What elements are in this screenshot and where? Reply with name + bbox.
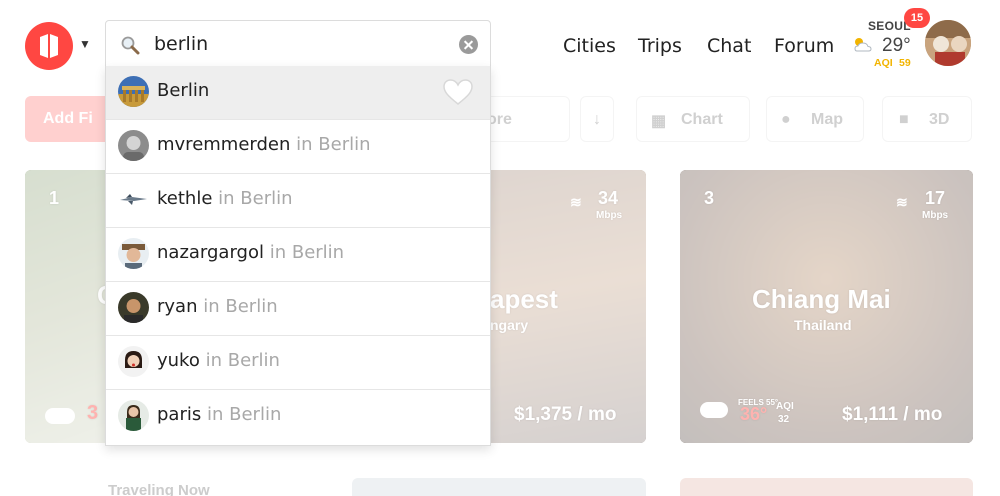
- city-card[interactable]: [352, 478, 646, 496]
- result-user[interactable]: nazargargol in Berlin: [106, 228, 490, 282]
- result-name: kethle in Berlin: [157, 188, 293, 209]
- logo-mark-icon: [40, 34, 58, 58]
- user-avatar: [118, 292, 149, 323]
- aqi-label: AQI: [776, 401, 794, 412]
- result-city-berlin[interactable]: Berlin: [106, 66, 490, 120]
- search-input[interactable]: [154, 30, 444, 58]
- result-user[interactable]: ryan in Berlin: [106, 282, 490, 336]
- user-avatar: [118, 238, 149, 269]
- user-avatar: [118, 400, 149, 431]
- aqi-value: 32: [778, 414, 790, 425]
- city-name: Chiang Mai: [752, 284, 891, 314]
- city-temp: 3: [87, 402, 99, 424]
- user-avatar: [118, 346, 149, 377]
- wifi-unit: Mbps: [922, 210, 949, 221]
- chart-icon: ▦: [651, 113, 667, 130]
- traveling-now-heading: Traveling Now: [108, 482, 210, 496]
- city-thumbnail: [118, 76, 149, 107]
- city-country: ngary: [490, 317, 529, 333]
- aqi-label: AQI: [874, 57, 893, 69]
- city-rank: 1: [49, 188, 60, 208]
- cube-icon: ■: [899, 111, 909, 128]
- result-user[interactable]: yuko in Berlin: [106, 336, 490, 390]
- map-view-button[interactable]: ● Map: [766, 96, 864, 142]
- result-name: ryan in Berlin: [157, 296, 278, 317]
- 3d-view-button[interactable]: ■ 3D: [882, 96, 972, 142]
- chevron-down-icon[interactable]: ▼: [79, 37, 91, 51]
- result-name: Berlin: [157, 80, 210, 101]
- nav-chat[interactable]: Chat: [707, 35, 751, 57]
- user-avatar[interactable]: [923, 18, 973, 68]
- wifi-icon: ≋: [570, 194, 582, 210]
- result-user[interactable]: kethle in Berlin: [106, 174, 490, 228]
- nav-trips[interactable]: Trips: [638, 35, 682, 57]
- globe-icon: ●: [781, 111, 791, 128]
- sort-direction-button[interactable]: ↓: [580, 96, 614, 142]
- city-card[interactable]: 3 ≋ 17 Mbps Chiang Mai Thailand FEELS 55…: [680, 170, 973, 443]
- result-name: mvremmerden in Berlin: [157, 134, 371, 155]
- heart-icon[interactable]: [442, 77, 474, 112]
- nav-forum[interactable]: Forum: [774, 35, 834, 57]
- nomad-logo[interactable]: [25, 22, 73, 70]
- city-price: $1,375 / mo: [514, 404, 617, 425]
- user-avatar: [118, 184, 149, 215]
- user-avatar: [118, 130, 149, 161]
- city-price: $1,111 / mo: [842, 404, 943, 425]
- search-icon: [120, 35, 140, 60]
- result-user[interactable]: mvremmerden in Berlin: [106, 120, 490, 174]
- wifi-speed: 17: [925, 188, 946, 208]
- result-name: yuko in Berlin: [157, 350, 280, 371]
- nav-cities[interactable]: Cities: [563, 35, 616, 57]
- wifi-unit: Mbps: [596, 210, 623, 221]
- city-rank: 3: [704, 188, 715, 208]
- clear-icon[interactable]: [459, 35, 478, 54]
- notification-badge[interactable]: 15: [904, 8, 930, 28]
- search-results-dropdown: Berlin mvremmerden in Berlin kethle in B…: [105, 66, 491, 446]
- cloud-icon: [45, 408, 75, 424]
- wifi-icon: ≋: [896, 194, 908, 210]
- result-user[interactable]: paris in Berlin: [106, 390, 490, 444]
- rain-cloud-icon: [700, 402, 728, 418]
- result-name: paris in Berlin: [157, 404, 282, 425]
- aqi-value: 59: [899, 57, 911, 69]
- wifi-speed: 34: [598, 188, 619, 208]
- weather-temp: 29°: [882, 35, 911, 56]
- search-box[interactable]: [105, 20, 491, 67]
- partly-cloudy-icon: [851, 35, 875, 60]
- city-temp: 36°: [740, 404, 768, 424]
- chart-view-button[interactable]: ▦ Chart: [636, 96, 750, 142]
- city-country: Thailand: [794, 317, 852, 333]
- arrow-down-icon: ↓: [593, 111, 601, 128]
- city-name: apest: [490, 284, 558, 314]
- result-name: nazargargol in Berlin: [157, 242, 345, 263]
- city-card[interactable]: [680, 478, 973, 496]
